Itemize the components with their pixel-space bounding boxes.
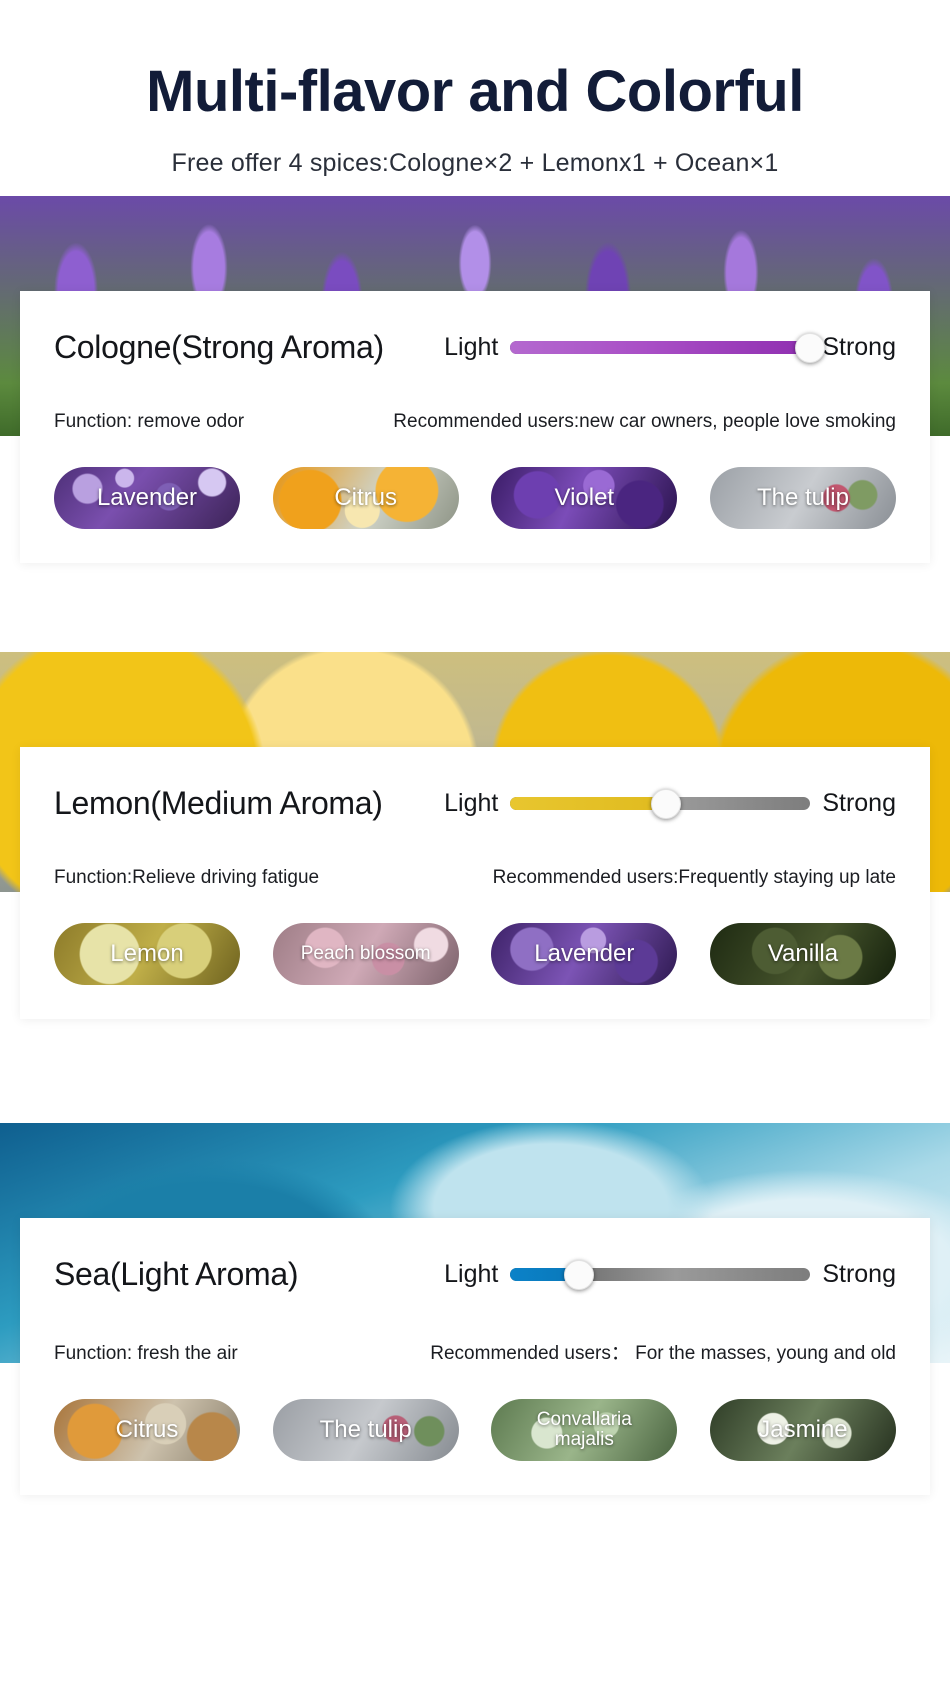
scent-pill-label: Jasmine <box>758 1416 848 1444</box>
scent-pill[interactable]: Peach blossom <box>272 922 459 985</box>
slider-fill-cologne <box>510 341 811 355</box>
scent-pill[interactable]: Lemon <box>54 922 240 985</box>
slider-fill-lemon <box>510 797 667 811</box>
scent-pill-label: The tulip <box>319 1416 412 1444</box>
slider-label-strong: Strong <box>822 789 896 818</box>
scent-pill-label: Vanilla <box>767 940 839 968</box>
scent-pill-label: Citrus <box>115 1416 179 1444</box>
card-header-sea: Sea(Light Aroma) Light Strong <box>54 1246 896 1304</box>
slider-knob-cologne[interactable] <box>795 332 826 363</box>
card-title-cologne: Cologne(Strong Aroma) <box>54 329 384 366</box>
scent-pill-list-sea: Citrus The tulip Convallaria majalis Jas… <box>54 1398 896 1461</box>
scent-pill[interactable]: The tulip <box>272 1398 459 1461</box>
scent-pill-label: Lavender <box>534 940 635 968</box>
product-section-sea: Sea(Light Aroma) Light Strong Function: … <box>0 1122 950 1548</box>
card-header-lemon: Lemon(Medium Aroma) Light Strong <box>54 775 896 833</box>
intensity-slider-lemon[interactable]: Light Strong <box>444 788 896 819</box>
slider-knob-sea[interactable] <box>564 1259 595 1290</box>
slider-knob-lemon[interactable] <box>651 788 682 819</box>
function-text-sea: Function: fresh the air <box>54 1342 238 1364</box>
page-header: Multi-flavor and Colorful Free offer 4 s… <box>0 0 950 178</box>
aroma-card-lemon: Lemon(Medium Aroma) Light Strong Functio… <box>20 746 930 1019</box>
scent-pill-label: Peach blossom <box>300 942 431 964</box>
scent-pill-label: The tulip <box>756 484 849 512</box>
function-text-lemon: Function:Relieve driving fatigue <box>54 866 320 888</box>
aroma-card-cologne: Cologne(Strong Aroma) Light Strong Funct… <box>20 290 930 563</box>
meta-row-sea: Function: fresh the air Recommended user… <box>54 1338 896 1365</box>
scent-pill-label: Convallaria majalis <box>536 1408 632 1450</box>
scent-pill[interactable]: Vanilla <box>709 922 896 985</box>
scent-pill[interactable]: Violet <box>491 466 678 529</box>
scent-pill-label: Lavender <box>96 484 198 512</box>
intensity-slider-cologne[interactable]: Light Strong <box>444 332 896 363</box>
scent-pill[interactable]: Jasmine <box>709 1398 896 1461</box>
scent-pill-label: Citrus <box>334 484 397 512</box>
scent-pill[interactable]: Lavender <box>54 466 240 529</box>
slider-label-light: Light <box>444 789 499 818</box>
recommended-text-cologne: Recommended users:new car owners, people… <box>393 410 896 432</box>
scent-pill[interactable]: Citrus <box>54 1398 240 1461</box>
scent-pill-list-lemon: Lemon Peach blossom Lavender Vanilla <box>54 922 896 985</box>
scent-pill[interactable]: Convallaria majalis <box>491 1398 678 1461</box>
card-header-cologne: Cologne(Strong Aroma) Light Strong <box>54 319 896 377</box>
aroma-card-sea: Sea(Light Aroma) Light Strong Function: … <box>20 1217 930 1495</box>
slider-track-cologne[interactable] <box>510 332 826 363</box>
card-title-lemon: Lemon(Medium Aroma) <box>54 785 383 822</box>
slider-track-lemon[interactable] <box>510 788 811 819</box>
slider-label-light: Light <box>444 1260 499 1289</box>
scent-pill-label: Lemon <box>110 940 184 968</box>
product-section-lemon: Lemon(Medium Aroma) Light Strong Functio… <box>0 651 950 1077</box>
slider-label-strong: Strong <box>822 333 896 362</box>
slider-label-light: Light <box>444 333 499 362</box>
meta-row-cologne: Function: remove odor Recommended users:… <box>54 411 896 433</box>
card-title-sea: Sea(Light Aroma) <box>54 1256 299 1293</box>
scent-pill[interactable]: Lavender <box>491 922 678 985</box>
intensity-slider-sea[interactable]: Light Strong <box>444 1259 896 1290</box>
scent-pill-list-cologne: Lavender Citrus Violet The tulip <box>54 466 896 529</box>
scent-pill-label: Violet <box>554 484 615 512</box>
slider-label-strong: Strong <box>822 1260 896 1289</box>
slider-track-sea[interactable] <box>510 1259 811 1290</box>
recommended-text-sea: Recommended users： For the masses, young… <box>430 1342 896 1364</box>
page-subtitle: Free offer 4 spices:Cologne×2 + Lemonx1 … <box>171 148 779 177</box>
meta-row-lemon: Function:Relieve driving fatigue Recomme… <box>54 867 896 889</box>
product-section-cologne: Cologne(Strong Aroma) Light Strong Funct… <box>0 195 950 621</box>
recommended-text-lemon: Recommended users:Frequently staying up … <box>492 866 896 888</box>
page-title: Multi-flavor and Colorful <box>146 59 804 124</box>
scent-pill[interactable]: The tulip <box>709 466 896 529</box>
function-text-cologne: Function: remove odor <box>54 410 245 432</box>
scent-pill[interactable]: Citrus <box>272 466 459 529</box>
